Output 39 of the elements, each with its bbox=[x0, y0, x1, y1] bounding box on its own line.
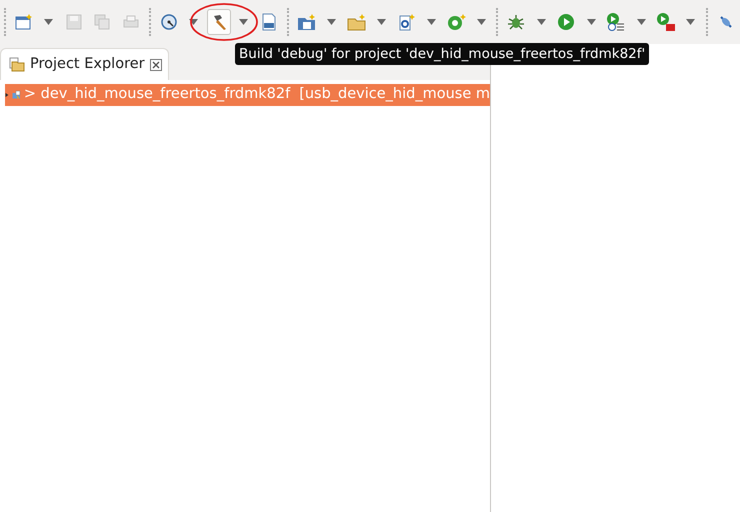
save-icon bbox=[66, 14, 82, 30]
project-name: > dev_hid_mouse_freertos_frdmk82f bbox=[24, 85, 290, 104]
folder-icon bbox=[9, 57, 25, 72]
dropdown-caret-icon[interactable] bbox=[477, 19, 486, 25]
dropdown-caret-icon[interactable] bbox=[327, 19, 336, 25]
project-detail: [usb_device_hid_mouse m bbox=[299, 85, 490, 104]
run-icon bbox=[557, 13, 576, 31]
new-window-icon bbox=[14, 13, 33, 31]
save-all-icon bbox=[94, 14, 110, 30]
dropdown-caret-icon[interactable] bbox=[636, 19, 646, 25]
bug-icon bbox=[507, 13, 526, 31]
toolbar-separator bbox=[286, 8, 289, 36]
hammer-button[interactable] bbox=[206, 9, 232, 35]
tooltip: Build 'debug' for project 'dev_hid_mouse_freertos_frdmk82f' bbox=[235, 43, 650, 66]
folder-icon bbox=[346, 13, 367, 31]
dropdown-caret-icon[interactable] bbox=[686, 19, 696, 25]
binary-file-icon bbox=[260, 13, 277, 31]
dropdown-caret-icon[interactable] bbox=[44, 19, 54, 25]
expand-arrow-icon[interactable] bbox=[5, 91, 9, 99]
c-project-icon bbox=[296, 13, 317, 31]
dropdown-caret-icon[interactable] bbox=[586, 19, 596, 25]
dropdown-caret-icon[interactable] bbox=[377, 19, 386, 25]
dropdown-caret-icon[interactable] bbox=[427, 19, 436, 25]
close-icon[interactable] bbox=[150, 58, 162, 70]
project-explorer-tab[interactable]: Project Explorer bbox=[0, 48, 169, 80]
dropdown-caret-icon[interactable] bbox=[189, 19, 198, 25]
toolbar-separator bbox=[4, 8, 6, 36]
tab-title: Project Explorer bbox=[30, 54, 145, 74]
run-tool-icon bbox=[656, 12, 676, 32]
run-config-icon bbox=[606, 12, 626, 32]
gauge-icon bbox=[160, 13, 178, 31]
dropdown-caret-icon[interactable] bbox=[239, 19, 248, 25]
toolbar-separator bbox=[706, 8, 708, 36]
print-icon bbox=[122, 14, 139, 30]
c-file-icon bbox=[398, 13, 416, 31]
toolbar-separator bbox=[496, 8, 498, 36]
toolbar-separator bbox=[148, 8, 151, 36]
dropdown-caret-icon[interactable] bbox=[536, 19, 546, 25]
annotation-circle bbox=[189, 2, 259, 42]
